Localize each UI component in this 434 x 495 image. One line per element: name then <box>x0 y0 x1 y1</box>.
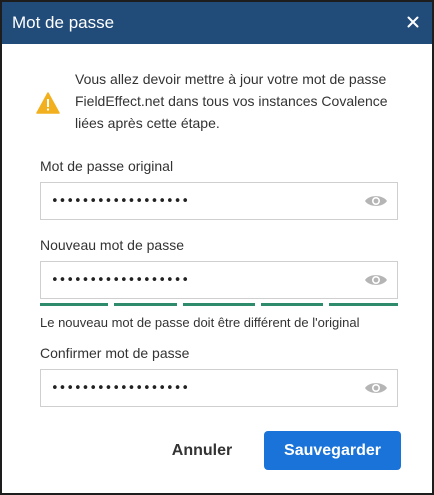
confirm-password-field <box>40 369 398 407</box>
password-dialog: Mot de passe Vous allez devoir mettre à … <box>0 0 434 495</box>
new-password-label: Nouveau mot de passe <box>40 237 184 253</box>
eye-icon[interactable] <box>364 272 388 288</box>
strength-segment-2 <box>114 303 177 306</box>
new-password-field <box>40 261 398 299</box>
cancel-button[interactable]: Annuler <box>162 432 242 470</box>
password-hint: Le nouveau mot de passe doit être différ… <box>40 315 360 330</box>
warning-message: Vous allez devoir mettre à jour votre mo… <box>75 71 388 131</box>
confirm-password-label: Confirmer mot de passe <box>40 345 190 361</box>
strength-segment-3 <box>183 303 255 306</box>
dialog-title: Mot de passe <box>12 13 115 32</box>
strength-segment-5 <box>329 303 398 306</box>
original-password-field <box>40 182 398 220</box>
warning-triangle-icon <box>36 92 60 114</box>
strength-segment-4 <box>261 303 323 306</box>
new-password-input[interactable] <box>41 262 351 298</box>
confirm-password-input[interactable] <box>41 370 351 406</box>
original-password-input[interactable] <box>41 183 351 219</box>
dialog-titlebar: Mot de passe <box>2 2 432 44</box>
eye-icon[interactable] <box>364 193 388 209</box>
eye-icon[interactable] <box>364 380 388 396</box>
save-button[interactable]: Sauvegarder <box>264 431 401 470</box>
close-icon[interactable] <box>404 13 422 31</box>
strength-segment-1 <box>40 303 108 306</box>
original-password-label: Mot de passe original <box>40 158 174 174</box>
